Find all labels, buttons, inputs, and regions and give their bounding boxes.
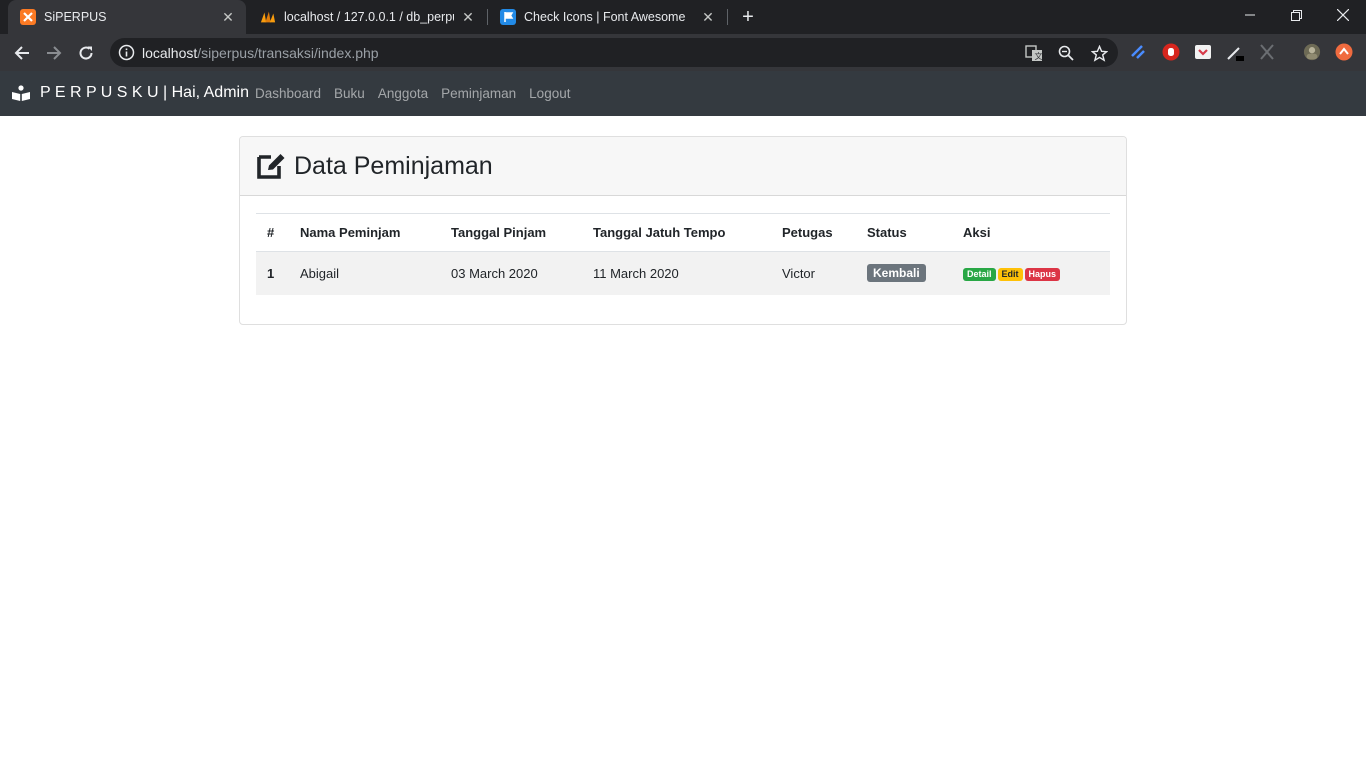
translate-icon[interactable]: 文: [1025, 44, 1043, 62]
back-button[interactable]: [9, 40, 35, 66]
url-text: localhost/siperpus/transaksi/index.php: [142, 45, 379, 61]
url-path: /siperpus/transaksi/index.php: [197, 45, 379, 61]
tab-separator: [727, 9, 728, 25]
zoom-icon[interactable]: [1057, 44, 1075, 62]
app-navbar: P E R P U S K U | Hai, Admin Dashboard B…: [0, 71, 1366, 116]
header-jatuh-tempo: Tanggal Jatuh Tempo: [582, 213, 771, 252]
address-bar[interactable]: localhost/siperpus/transaksi/index.php 文: [110, 38, 1118, 67]
cell-nama: Abigail: [289, 251, 440, 295]
edit-icon: [256, 152, 286, 180]
nav-link-peminjaman[interactable]: Peminjaman: [441, 86, 516, 101]
extension-x-icon[interactable]: [1258, 43, 1276, 61]
cell-aksi: Detail Edit Hapus: [952, 251, 1110, 295]
extension-hand-icon[interactable]: [1162, 43, 1180, 61]
detail-button[interactable]: Detail: [963, 268, 996, 282]
book-reader-icon: [12, 85, 30, 101]
cell-status: Kembali: [856, 251, 952, 295]
site-info-icon[interactable]: [118, 44, 135, 61]
header-nama-peminjam: Nama Peminjam: [289, 213, 440, 252]
profile-avatar-icon[interactable]: [1303, 43, 1321, 61]
hapus-button[interactable]: Hapus: [1024, 268, 1061, 282]
forward-button[interactable]: [41, 40, 67, 66]
header-petugas: Petugas: [771, 213, 856, 252]
tab-font-awesome[interactable]: Check Icons | Font Awesome ✕: [488, 0, 726, 34]
header-aksi: Aksi: [952, 213, 1110, 252]
nav-links: Dashboard Buku Anggota Peminjaman Logout: [255, 86, 583, 101]
header-tanggal-pinjam: Tanggal Pinjam: [440, 213, 582, 252]
header-number: #: [256, 213, 289, 252]
xampp-icon: [20, 9, 36, 25]
cell-tanggal-pinjam: 03 March 2020: [440, 251, 582, 295]
cell-jatuh-tempo: 11 March 2020: [582, 251, 771, 295]
header-status: Status: [856, 213, 952, 252]
tab-phpmyadmin[interactable]: localhost / 127.0.0.1 / db_perpus ✕: [248, 0, 486, 34]
reload-button[interactable]: [73, 40, 99, 66]
table-header-row: # Nama Peminjam Tanggal Pinjam Tanggal J…: [256, 213, 1110, 252]
close-tab-icon[interactable]: ✕: [220, 9, 236, 25]
tab-title: SiPERPUS: [44, 10, 107, 24]
url-host: localhost: [142, 45, 198, 61]
extension-pocket-icon[interactable]: [1194, 43, 1212, 61]
nav-link-buku[interactable]: Buku: [334, 86, 365, 101]
nav-link-dashboard[interactable]: Dashboard: [255, 86, 321, 101]
nav-link-logout[interactable]: Logout: [529, 86, 570, 101]
page-title: Data Peminjaman: [294, 151, 493, 180]
tab-title: localhost / 127.0.0.1 / db_perpus: [284, 10, 454, 24]
svg-text:文: 文: [1035, 51, 1043, 61]
minimize-button[interactable]: [1227, 0, 1273, 30]
extension-sync-icon[interactable]: [1129, 43, 1147, 61]
close-tab-icon[interactable]: ✕: [700, 9, 716, 25]
extension-pen-icon[interactable]: [1226, 43, 1244, 61]
extension-orange-icon[interactable]: [1335, 43, 1353, 61]
close-window-button[interactable]: [1320, 0, 1366, 30]
card-header: Data Peminjaman: [240, 137, 1126, 196]
cell-number: 1: [256, 251, 289, 295]
navbar-brand[interactable]: P E R P U S K U | Hai, Admin: [12, 84, 249, 102]
phpmyadmin-icon: [260, 9, 276, 25]
browser-toolbar: localhost/siperpus/transaksi/index.php 文: [0, 34, 1366, 71]
new-tab-button[interactable]: +: [737, 6, 759, 28]
status-badge: Kembali: [867, 264, 926, 283]
tab-siperpus[interactable]: SiPERPUS ✕: [8, 0, 246, 34]
peminjaman-table: # Nama Peminjam Tanggal Pinjam Tanggal J…: [256, 213, 1110, 295]
font-awesome-flag-icon: [500, 9, 516, 25]
restore-button[interactable]: [1273, 0, 1319, 30]
table-row: 1 Abigail 03 March 2020 11 March 2020 Vi…: [256, 251, 1110, 295]
data-card: Data Peminjaman # Nama Peminjam Tanggal …: [239, 136, 1127, 325]
cell-petugas: Victor: [771, 251, 856, 295]
browser-tab-strip: SiPERPUS ✕ localhost / 127.0.0.1 / db_pe…: [0, 0, 1366, 34]
close-tab-icon[interactable]: ✕: [460, 9, 476, 25]
tab-title: Check Icons | Font Awesome: [524, 10, 686, 24]
brand-text: P E R P U S K U | Hai, Admin: [40, 84, 249, 101]
bookmark-star-icon[interactable]: [1090, 44, 1108, 62]
edit-button[interactable]: Edit: [997, 268, 1023, 282]
nav-link-anggota[interactable]: Anggota: [378, 86, 428, 101]
